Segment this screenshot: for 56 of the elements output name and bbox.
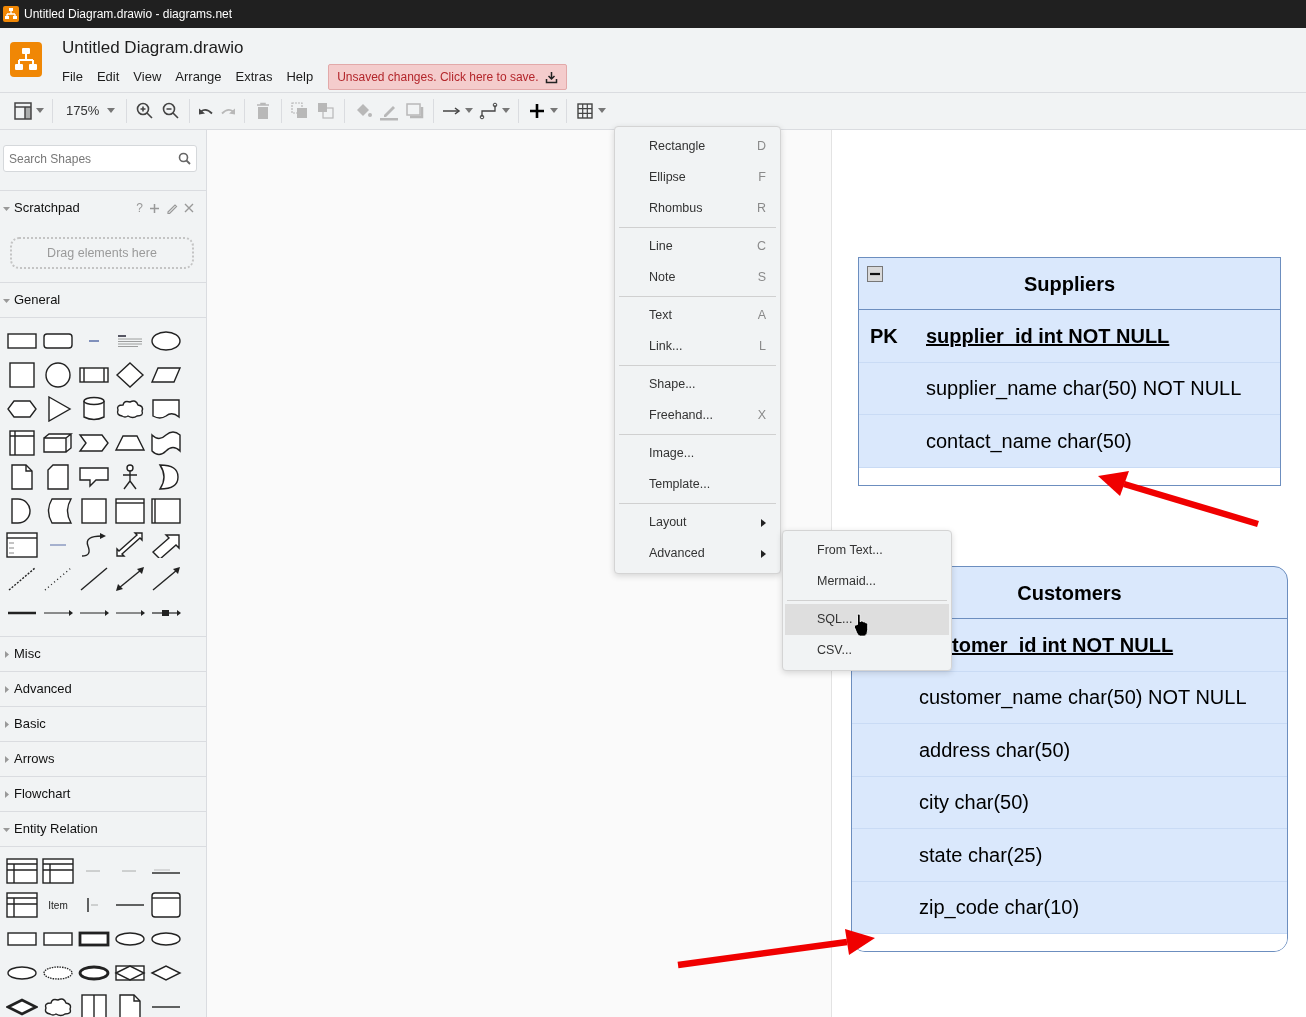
section-title[interactable]: General: [14, 290, 61, 310]
table-shape[interactable]: Suppliers PK supplier_id int NOT NULL supplier_name char(50) NOT NULL contact_name char(50): [858, 257, 1281, 486]
table-title: Suppliers: [1022, 271, 1117, 297]
menu-item[interactable]: Help: [279, 66, 321, 88]
menu-item[interactable]: Note S: [617, 262, 778, 293]
drop-zone: Drag elements here: [10, 237, 194, 269]
item-shape[interactable]: Item: [48, 897, 68, 913]
menu-item[interactable]: Rectangle D: [617, 131, 778, 162]
menu-item[interactable]: Shape...: [617, 369, 778, 400]
menu-item[interactable]: View: [126, 66, 169, 88]
menu-item[interactable]: Edit: [89, 66, 127, 88]
section-title[interactable]: Misc: [14, 644, 41, 664]
menu-item[interactable]: Freehand... X: [617, 400, 778, 431]
menu-item[interactable]: Rhombus R: [617, 193, 778, 224]
section-title[interactable]: Arrows: [14, 749, 55, 769]
shortcut-label: R: [756, 200, 766, 218]
shortcut-label: A: [757, 307, 766, 325]
field-text: zip_code char(10): [919, 895, 1080, 921]
menu-item[interactable]: Template...: [617, 469, 778, 500]
shortcut-label: S: [757, 269, 766, 287]
menu-item[interactable]: Extras: [228, 66, 280, 88]
key-label: PK: [870, 324, 898, 347]
menu-item[interactable]: Text A: [617, 300, 778, 331]
section-title[interactable]: Flowchart: [14, 784, 71, 804]
section-title[interactable]: Advanced: [14, 679, 72, 699]
shortcut-label: X: [757, 407, 766, 425]
window-title: Untitled Diagram.drawio - diagrams.net: [24, 6, 233, 23]
menu-item[interactable]: Layout: [617, 507, 778, 538]
field-text: tomer_id int NOT NULL: [952, 632, 1174, 658]
search-field[interactable]: Search Shapes: [3, 145, 197, 172]
menu-item[interactable]: Arrange: [168, 66, 229, 88]
field-text: state char(25): [919, 842, 1043, 868]
menu-item[interactable]: SQL...: [785, 604, 949, 635]
menu-item[interactable]: File: [62, 66, 90, 88]
shortcut-label: F: [758, 169, 766, 187]
section-title[interactable]: Scratchpad: [14, 198, 80, 218]
zoom-dropdown[interactable]: 175%: [58, 96, 122, 126]
shortcut-label: L: [759, 338, 766, 356]
menu-item[interactable]: From Text...: [785, 535, 949, 566]
field-text: address char(50): [919, 737, 1071, 763]
shortcut-label: D: [756, 138, 766, 156]
field-text: city char(50): [919, 790, 1030, 816]
menu-item[interactable]: Line C: [617, 231, 778, 262]
unsaved-changes-button[interactable]: Unsaved changes. Click here to save.: [328, 64, 567, 90]
file-name[interactable]: Untitled Diagram.drawio: [62, 37, 244, 59]
menu-item[interactable]: Link... L: [617, 331, 778, 362]
section-title[interactable]: Basic: [14, 714, 46, 734]
menu-item[interactable]: Ellipse F: [617, 162, 778, 193]
menu-item[interactable]: Image...: [617, 438, 778, 469]
field-text: supplier_id int NOT NULL: [926, 323, 1170, 349]
field-text: customer_name char(50) NOT NULL: [919, 685, 1247, 711]
field-text: contact_name char(50): [926, 428, 1132, 455]
section-title[interactable]: Entity Relation: [14, 819, 98, 839]
menu-item[interactable]: Advanced: [617, 538, 778, 569]
field-text: supplier_name char(50) NOT NULL: [926, 376, 1242, 402]
shortcut-label: C: [756, 238, 766, 256]
